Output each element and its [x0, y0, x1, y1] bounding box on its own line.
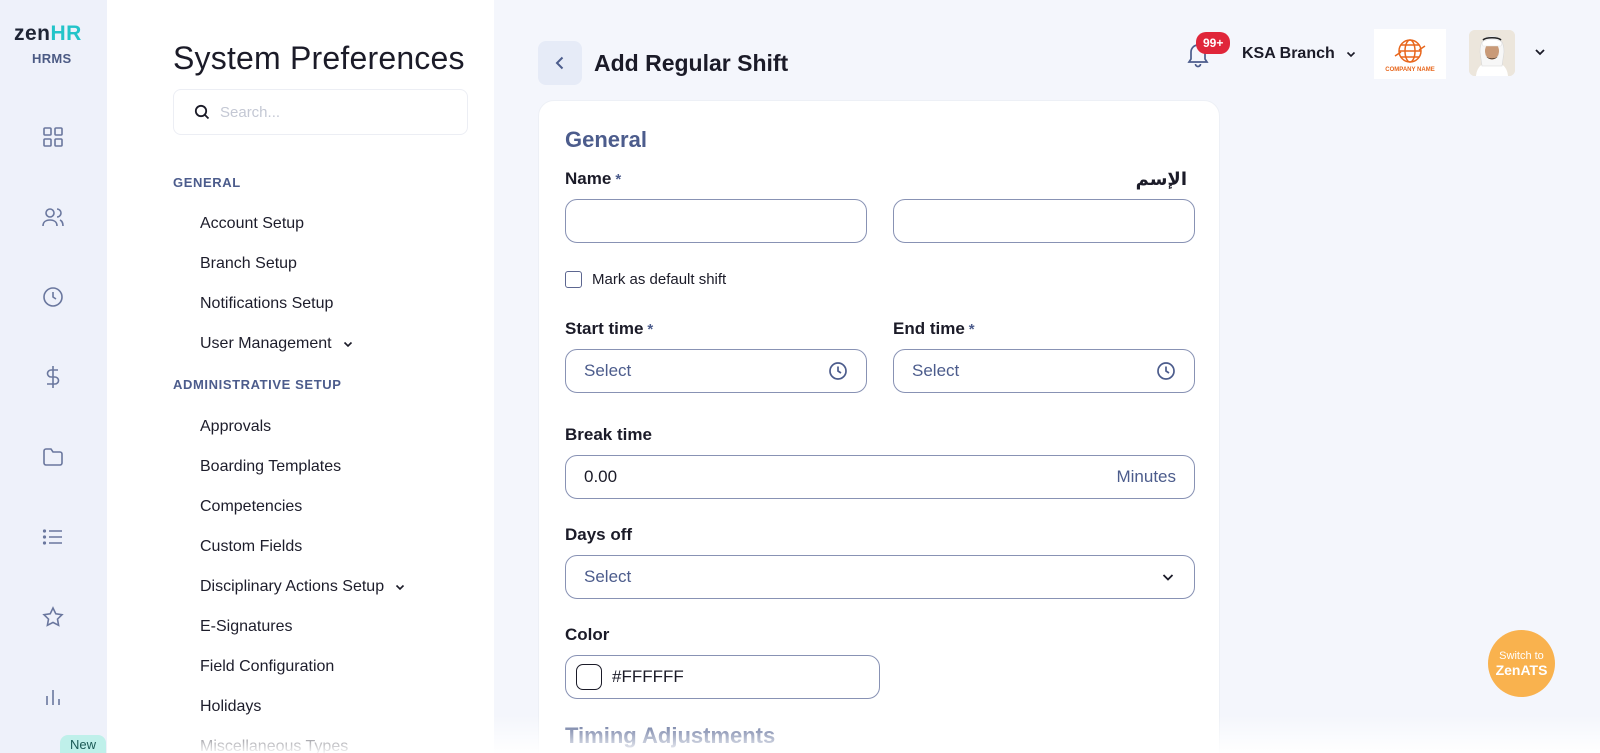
start-time-label: Start time * [565, 319, 654, 338]
days-off-label: Days off [565, 525, 633, 544]
sidebar-item-competencies[interactable]: Competencies [200, 498, 302, 516]
switch-to-zenats-button[interactable]: Switch to ZenATS [1488, 630, 1555, 697]
sidebar-search[interactable] [173, 89, 468, 135]
sidebar-item-account-setup[interactable]: Account Setup [200, 215, 304, 233]
default-shift-label: Mark as default shift [592, 271, 727, 288]
default-shift-checkbox[interactable] [565, 271, 582, 288]
notification-badge: 99+ [1196, 32, 1231, 54]
sidebar-title: System Preferences [173, 40, 465, 76]
name-ar-label: الإسم [1135, 169, 1187, 189]
break-time-unit: Minutes [1116, 467, 1176, 486]
search-icon [194, 104, 210, 120]
chevron-left-icon [555, 56, 564, 70]
name-label: Name * [565, 169, 622, 188]
color-swatch[interactable] [576, 664, 602, 690]
chevron-down-icon [342, 338, 354, 350]
sidebar-item-boarding-templates[interactable]: Boarding Templates [200, 458, 341, 476]
chevron-down-icon [1346, 51, 1355, 58]
sidebar-item-e-signatures[interactable]: E-Signatures [200, 618, 293, 636]
back-button[interactable] [538, 41, 582, 85]
sidebar-item-field-configuration[interactable]: Field Configuration [200, 658, 334, 676]
color-input[interactable]: #FFFFFF [565, 655, 880, 699]
list-icon[interactable] [40, 524, 66, 550]
sidebar-item-miscellaneous-types[interactable]: Miscellaneous Types [200, 738, 348, 753]
clock-icon [1156, 361, 1176, 381]
globe-logo-icon [1394, 38, 1426, 63]
section-title-general: GENERAL [173, 175, 241, 190]
page-title: Add Regular Shift [594, 50, 789, 76]
people-icon[interactable] [40, 204, 66, 230]
app-logo[interactable]: zenHR [14, 22, 82, 46]
star-icon[interactable] [40, 604, 66, 630]
folder-icon[interactable] [40, 444, 66, 470]
name-input[interactable] [565, 199, 867, 243]
start-time-picker[interactable]: Select [565, 349, 867, 393]
section-title-administrative: ADMINISTRATIVE SETUP [173, 377, 342, 392]
company-logo: COMPANY NAME [1374, 29, 1446, 79]
break-time-label: Break time [565, 425, 652, 444]
section-heading-timing: Timing Adjustments [565, 723, 776, 748]
new-badge: New [60, 735, 107, 753]
chevron-down-icon[interactable] [1533, 45, 1547, 64]
sidebar-item-approvals[interactable]: Approvals [200, 418, 271, 436]
sidebar-item-user-management[interactable]: User Management [200, 335, 354, 353]
search-input[interactable] [220, 103, 450, 121]
chevron-down-icon [394, 581, 406, 593]
clock-icon [828, 361, 848, 381]
sidebar-item-branch-setup[interactable]: Branch Setup [200, 255, 297, 273]
end-time-picker[interactable]: Select [893, 349, 1195, 393]
clock-icon[interactable] [40, 284, 66, 310]
color-label: Color [565, 625, 610, 644]
section-heading-general: General [565, 127, 647, 152]
name-ar-input[interactable] [893, 199, 1195, 243]
branch-selector[interactable]: KSA Branch [1242, 45, 1357, 63]
sidebar-item-disciplinary-actions[interactable]: Disciplinary Actions Setup [200, 578, 406, 596]
days-off-select[interactable]: Select [565, 555, 1195, 599]
dollar-icon[interactable] [40, 364, 66, 390]
icon-rail: zenHR HRMS New [0, 0, 107, 753]
sidebar-item-notifications-setup[interactable]: Notifications Setup [200, 295, 333, 313]
settings-sidebar: System Preferences GENERAL Account Setup… [107, 0, 494, 753]
app-subtitle: HRMS [32, 51, 72, 66]
shift-form-card: General Name * الإسم Mark as default shif… [538, 100, 1220, 753]
end-time-label: End time * [893, 319, 975, 338]
sidebar-item-custom-fields[interactable]: Custom Fields [200, 538, 302, 556]
chevron-down-icon [1160, 569, 1176, 585]
bar-chart-icon[interactable] [40, 684, 66, 710]
default-shift-row[interactable]: Mark as default shift [565, 271, 726, 288]
dashboard-icon[interactable] [40, 124, 66, 150]
avatar[interactable] [1469, 30, 1515, 76]
break-time-input[interactable]: 0.00 Minutes [565, 455, 1195, 499]
sidebar-item-holidays[interactable]: Holidays [200, 698, 261, 716]
